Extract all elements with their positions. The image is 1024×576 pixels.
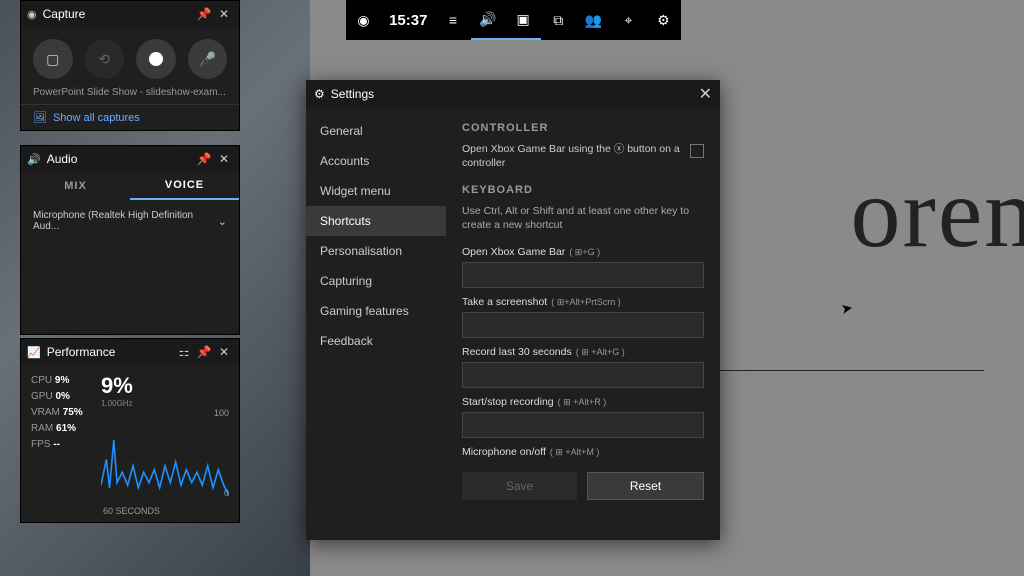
audio-panel: 🔊 Audio 📌 ✕ MIX VOICE Microphone (Realte… [20, 145, 240, 335]
social-icon[interactable]: 👥 [576, 0, 611, 40]
mic-button[interactable]: 🎤 [188, 39, 228, 79]
cpu-ghz: 1.00GHz [101, 399, 229, 408]
record-shortcut: ( ⊞ +Alt+R ) [558, 397, 607, 408]
xbox-icon: ⓧ [614, 143, 625, 155]
controller-checkbox[interactable] [690, 144, 704, 158]
capture-icon[interactable]: ▣ [506, 0, 541, 40]
close-icon[interactable]: ✕ [215, 343, 233, 361]
record-last-button[interactable]: ⟲ [85, 39, 125, 79]
camera-icon: ◉ [27, 8, 37, 21]
pin-icon[interactable]: 📌 [195, 150, 213, 168]
nav-shortcuts[interactable]: Shortcuts [306, 206, 446, 236]
mic-label: Microphone on/off [462, 446, 546, 458]
screenshot-shortcut: ( ⊞+Alt+PrtScrn ) [551, 297, 621, 308]
perf-axis-label: 60 SECONDS [21, 506, 239, 522]
clock: 15:37 [381, 12, 435, 29]
close-icon[interactable]: ✕ [215, 5, 233, 23]
perf-icon: 📈 [27, 346, 41, 359]
xbox-icon[interactable]: ◉ [346, 0, 381, 40]
screenshot-input[interactable] [462, 312, 704, 338]
mic-shortcut: ( ⊞ +Alt+M ) [550, 447, 600, 458]
gallery-icon: 🖼 [33, 111, 47, 124]
show-all-captures-link[interactable]: 🖼 Show all captures [21, 104, 239, 130]
controller-heading: CONTROLLER [462, 122, 704, 134]
record-last-shortcut: ( ⊞ +Alt+G ) [576, 347, 625, 358]
reset-button[interactable]: Reset [587, 472, 704, 500]
chevron-down-icon[interactable]: ⌄ [218, 215, 227, 228]
close-icon[interactable]: ✕ [699, 84, 712, 104]
capture-panel: ◉ Capture 📌 ✕ ▢ ⟲ 🎤 PowerPoint Slide Sho… [20, 0, 240, 131]
screenshot-button[interactable]: ▢ [33, 39, 73, 79]
cursor-icon: ➤ [840, 299, 855, 318]
show-all-captures-label: Show all captures [53, 112, 140, 124]
background-presentation-text: orem [851, 155, 1024, 270]
audio-device-label: Microphone (Realtek High Definition Aud.… [33, 210, 218, 232]
options-icon[interactable]: ⚏ [175, 343, 193, 361]
open-gamebar-label: Open Xbox Game Bar [462, 246, 565, 258]
capture-subtitle: PowerPoint Slide Show - slideshow-exam..… [21, 87, 239, 104]
keyboard-hint: Use Ctrl, Alt or Shift and at least one … [462, 204, 704, 232]
volume-icon[interactable]: 🔊 [471, 0, 506, 40]
perf-stats: CPU 9% GPU 0% VRAM 75% RAM 61% FPS -- [31, 373, 101, 498]
save-button[interactable]: Save [462, 472, 577, 500]
record-last-input[interactable] [462, 362, 704, 388]
perf-chart: 100 0 [101, 408, 229, 498]
open-gamebar-shortcut: ( ⊞+G ) [569, 247, 600, 258]
record-last-label: Record last 30 seconds [462, 346, 572, 358]
game-bar-topbar: ◉ 15:37 ≡ 🔊 ▣ ⧉ 👥 ⌖ ⚙ [346, 0, 681, 40]
record-input[interactable] [462, 412, 704, 438]
record-label: Start/stop recording [462, 396, 554, 408]
speaker-icon: 🔊 [27, 153, 41, 166]
open-gamebar-input[interactable] [462, 262, 704, 288]
nav-capturing[interactable]: Capturing [306, 266, 446, 296]
axis-top: 100 [214, 408, 229, 418]
performance-title: Performance [47, 345, 173, 359]
settings-icon[interactable]: ⚙ [646, 0, 681, 40]
settings-title: ⚙ Settings [314, 87, 699, 101]
screenshot-label: Take a screenshot [462, 296, 547, 308]
pin-icon[interactable]: 📌 [195, 343, 213, 361]
capture-title: Capture [43, 7, 193, 21]
nav-personalisation[interactable]: Personalisation [306, 236, 446, 266]
nav-widget-menu[interactable]: Widget menu [306, 176, 446, 206]
performance-icon[interactable]: ⧉ [541, 0, 576, 40]
tab-voice[interactable]: VOICE [130, 172, 239, 200]
settings-window: ⚙ Settings ✕ General Accounts Widget men… [306, 80, 720, 540]
nav-feedback[interactable]: Feedback [306, 326, 446, 356]
pin-icon[interactable]: 📌 [195, 5, 213, 23]
keyboard-heading: KEYBOARD [462, 184, 704, 196]
widget-menu-icon[interactable]: ≡ [435, 0, 470, 40]
axis-bottom: 0 [224, 488, 229, 498]
controller-text: Open Xbox Game Bar using the ⓧ button on… [462, 142, 680, 170]
close-icon[interactable]: ✕ [215, 150, 233, 168]
record-button[interactable] [136, 39, 176, 79]
performance-panel: 📈 Performance ⚏ 📌 ✕ CPU 9% GPU 0% VRAM 7… [20, 338, 240, 523]
nav-accounts[interactable]: Accounts [306, 146, 446, 176]
settings-nav: General Accounts Widget menu Shortcuts P… [306, 108, 446, 540]
cpu-percent: 9% [101, 373, 229, 399]
nav-gaming-features[interactable]: Gaming features [306, 296, 446, 326]
gear-icon: ⚙ [314, 87, 325, 101]
mouse-icon[interactable]: ⌖ [611, 0, 646, 40]
nav-general[interactable]: General [306, 116, 446, 146]
audio-title: Audio [47, 152, 193, 166]
tab-mix[interactable]: MIX [21, 172, 130, 200]
